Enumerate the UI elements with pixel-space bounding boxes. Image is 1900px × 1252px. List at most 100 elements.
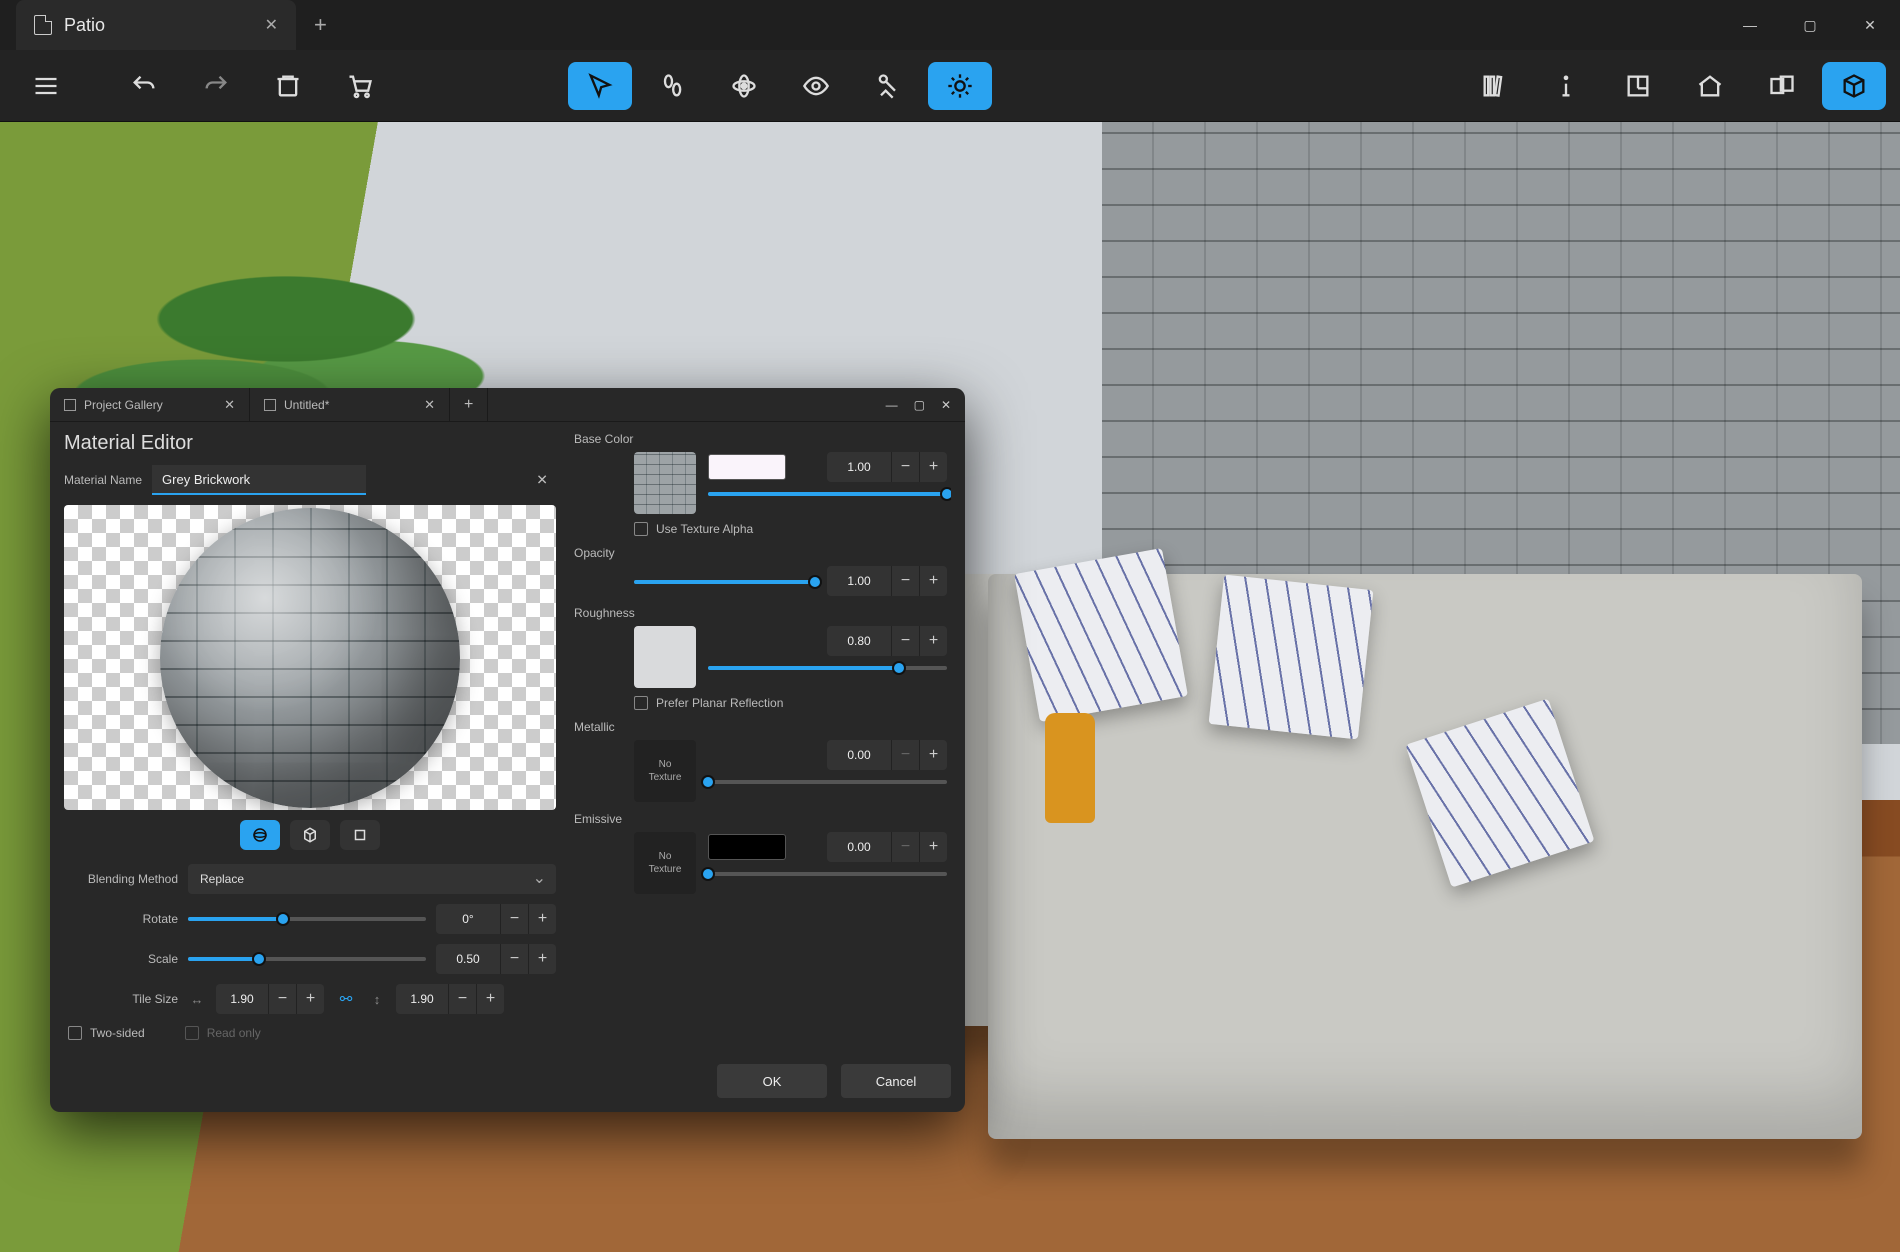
walk-tool[interactable] bbox=[640, 62, 704, 110]
decrement-button[interactable]: − bbox=[268, 984, 296, 1014]
decrement-button[interactable]: − bbox=[891, 566, 919, 596]
maximize-button[interactable]: ▢ bbox=[1780, 0, 1840, 50]
panel-maximize[interactable]: ▢ bbox=[914, 398, 925, 412]
close-icon[interactable]: ✕ bbox=[224, 397, 235, 413]
use-texture-alpha-checkbox[interactable]: Use Texture Alpha bbox=[634, 522, 947, 536]
base-color-texture-swatch[interactable] bbox=[634, 452, 696, 514]
close-window-button[interactable]: ✕ bbox=[1840, 0, 1900, 50]
panel-tabbar: Project Gallery ✕ Untitled* ✕ + — ▢ ✕ bbox=[50, 388, 965, 422]
decrement-button[interactable]: − bbox=[500, 944, 528, 974]
library-button[interactable] bbox=[1462, 62, 1526, 110]
roughness-value[interactable] bbox=[827, 634, 891, 648]
info-button[interactable] bbox=[1534, 62, 1598, 110]
increment-button[interactable]: + bbox=[919, 740, 947, 770]
two-sided-label: Two-sided bbox=[90, 1026, 145, 1040]
document-icon bbox=[34, 15, 52, 35]
blending-select[interactable]: Replace bbox=[188, 864, 556, 894]
planar-reflection-checkbox[interactable]: Prefer Planar Reflection bbox=[634, 696, 947, 710]
preview-shape-plane[interactable] bbox=[340, 820, 380, 850]
panel-close[interactable]: ✕ bbox=[941, 398, 951, 412]
increment-button[interactable]: + bbox=[528, 944, 556, 974]
app-tab[interactable]: Patio ✕ bbox=[16, 0, 296, 50]
rotate-slider[interactable] bbox=[188, 917, 426, 921]
increment-button[interactable]: + bbox=[919, 452, 947, 482]
base-color-slider[interactable] bbox=[708, 492, 947, 496]
decrement-button[interactable]: − bbox=[891, 832, 919, 862]
increment-button[interactable]: + bbox=[919, 566, 947, 596]
scale-spin[interactable]: −+ bbox=[436, 944, 556, 974]
increment-button[interactable]: + bbox=[476, 984, 504, 1014]
two-sided-checkbox[interactable]: Two-sided bbox=[68, 1026, 145, 1040]
emissive-spin[interactable]: −+ bbox=[827, 832, 947, 862]
rotate-value[interactable] bbox=[436, 912, 500, 926]
base-color-value[interactable] bbox=[827, 460, 891, 474]
decrement-button[interactable]: − bbox=[448, 984, 476, 1014]
metallic-texture-swatch[interactable]: No Texture bbox=[634, 740, 696, 802]
scale-value[interactable] bbox=[436, 952, 500, 966]
redo-button[interactable] bbox=[184, 62, 248, 110]
physics-tool[interactable] bbox=[712, 62, 776, 110]
decrement-button[interactable]: − bbox=[500, 904, 528, 934]
menu-button[interactable] bbox=[14, 62, 78, 110]
increment-button[interactable]: + bbox=[296, 984, 324, 1014]
emissive-value[interactable] bbox=[827, 840, 891, 854]
roughness-spin[interactable]: −+ bbox=[827, 626, 947, 656]
3d-button[interactable] bbox=[1822, 62, 1886, 110]
base-color-title: Base Color bbox=[574, 432, 947, 446]
preview-shape-cube[interactable] bbox=[290, 820, 330, 850]
increment-button[interactable]: + bbox=[919, 832, 947, 862]
new-tab-button[interactable]: + bbox=[314, 12, 327, 38]
decrement-button[interactable]: − bbox=[891, 452, 919, 482]
decrement-button[interactable]: − bbox=[891, 626, 919, 656]
cart-button[interactable] bbox=[328, 62, 392, 110]
link-icon[interactable]: ⚯ bbox=[334, 990, 358, 1008]
tab-untitled[interactable]: Untitled* ✕ bbox=[250, 388, 450, 422]
lighting-tool[interactable] bbox=[928, 62, 992, 110]
delete-button[interactable] bbox=[256, 62, 320, 110]
rotate-spin[interactable]: −+ bbox=[436, 904, 556, 934]
ok-button[interactable]: OK bbox=[717, 1064, 827, 1098]
undo-button[interactable] bbox=[112, 62, 176, 110]
panel-minimize[interactable]: — bbox=[886, 398, 898, 412]
select-tool[interactable] bbox=[568, 62, 632, 110]
clear-name-icon[interactable]: ✕ bbox=[536, 472, 548, 489]
roughness-slider[interactable] bbox=[708, 666, 947, 670]
close-icon[interactable]: ✕ bbox=[424, 397, 435, 413]
tile-w-value[interactable] bbox=[216, 992, 268, 1006]
metallic-value[interactable] bbox=[827, 748, 891, 762]
scale-slider[interactable] bbox=[188, 957, 426, 961]
decrement-button[interactable]: − bbox=[891, 740, 919, 770]
opacity-spin[interactable]: −+ bbox=[827, 566, 947, 596]
metallic-spin[interactable]: −+ bbox=[827, 740, 947, 770]
read-only-checkbox[interactable]: Read only bbox=[185, 1026, 261, 1040]
metallic-slider[interactable] bbox=[708, 780, 947, 784]
emissive-slider[interactable] bbox=[708, 872, 947, 876]
tab-label: Project Gallery bbox=[84, 398, 163, 412]
minimize-button[interactable]: — bbox=[1720, 0, 1780, 50]
material-name-input[interactable] bbox=[152, 465, 366, 495]
opacity-value[interactable] bbox=[827, 574, 891, 588]
tile-h-spin[interactable]: −+ bbox=[396, 984, 504, 1014]
base-color-chip[interactable] bbox=[708, 454, 786, 480]
tile-w-spin[interactable]: −+ bbox=[216, 984, 324, 1014]
preview-shape-sphere[interactable] bbox=[240, 820, 280, 850]
base-color-spin[interactable]: −+ bbox=[827, 452, 947, 482]
cancel-button[interactable]: Cancel bbox=[841, 1064, 951, 1098]
build-tool[interactable] bbox=[856, 62, 920, 110]
metallic-title: Metallic bbox=[574, 720, 947, 734]
roughness-texture-swatch[interactable] bbox=[634, 626, 696, 688]
add-tab-button[interactable]: + bbox=[450, 388, 488, 422]
view-tool[interactable] bbox=[784, 62, 848, 110]
increment-button[interactable]: + bbox=[919, 626, 947, 656]
floorplan-button[interactable] bbox=[1606, 62, 1670, 110]
home-button[interactable] bbox=[1678, 62, 1742, 110]
emissive-color-chip[interactable] bbox=[708, 834, 786, 860]
increment-button[interactable]: + bbox=[528, 904, 556, 934]
emissive-texture-swatch[interactable]: No Texture bbox=[634, 832, 696, 894]
tile-h-value[interactable] bbox=[396, 992, 448, 1006]
close-tab-icon[interactable]: ✕ bbox=[265, 15, 278, 35]
material-preview[interactable] bbox=[64, 505, 556, 810]
materials-button[interactable] bbox=[1750, 62, 1814, 110]
opacity-slider[interactable] bbox=[634, 580, 815, 584]
tab-project-gallery[interactable]: Project Gallery ✕ bbox=[50, 388, 250, 422]
